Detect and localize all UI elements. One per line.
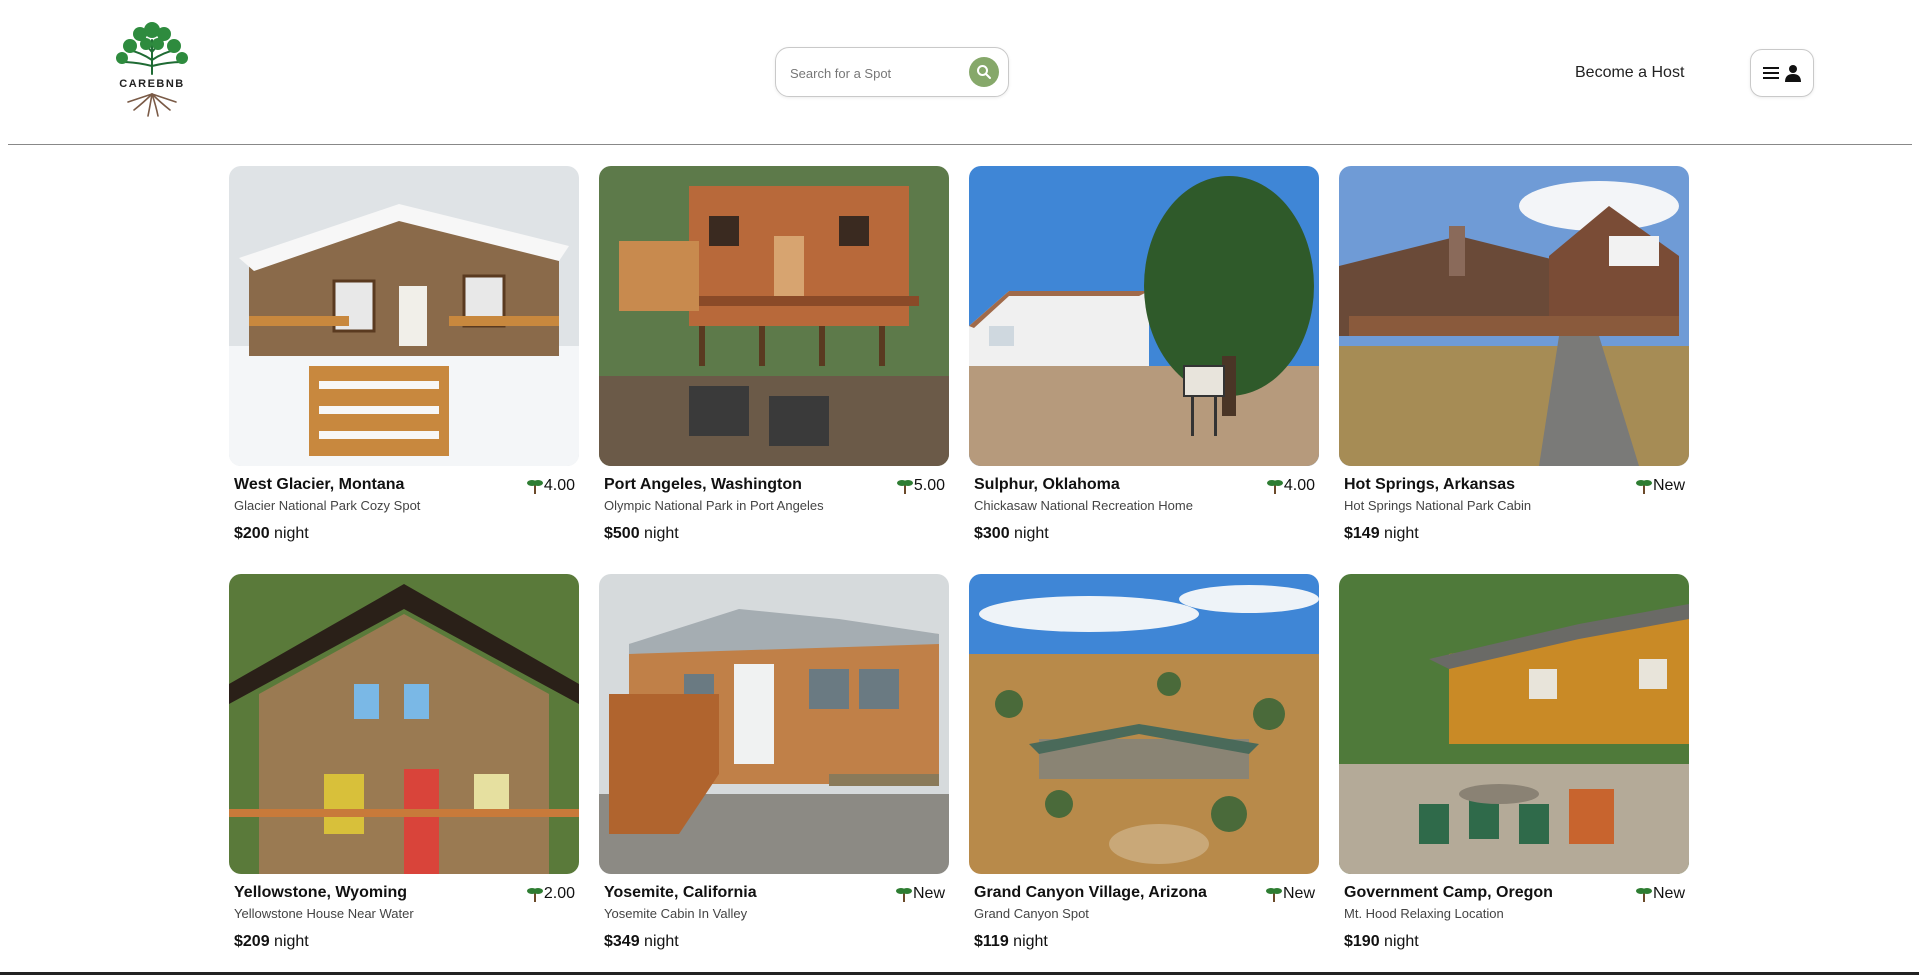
palm-tree-icon [1266,480,1283,494]
listing-location: Hot Springs, Arkansas [1344,476,1516,493]
palm-tree-icon [1635,888,1652,902]
listing-location: Grand Canyon Village, Arizona [974,884,1207,901]
listing-image[interactable] [229,574,579,874]
listing-price: $119 night [974,933,1048,951]
price-unit: night [274,525,309,542]
price-amount: $300 [974,525,1010,542]
listing-card[interactable]: Yellowstone, Wyoming 2.00 Yellowstone Ho… [229,574,579,964]
listing-description: Olympic National Park in Port Angeles [604,498,824,513]
listing-rating: New [1635,477,1685,495]
listing-card[interactable]: Yosemite, California New Yosemite Cabin … [599,574,949,964]
palm-tree-icon [526,480,543,494]
menu-icon [1763,67,1779,79]
price-amount: $149 [1344,525,1380,542]
listing-card[interactable]: Grand Canyon Village, Arizona New Grand … [969,574,1319,964]
header-divider [8,144,1912,145]
price-unit: night [274,933,309,950]
listing-price: $209 night [234,933,309,951]
palm-tree-icon [896,480,913,494]
price-amount: $190 [1344,933,1380,950]
tree-icon [116,22,188,117]
listing-description: Yellowstone House Near Water [234,906,414,921]
rating-value: New [912,885,945,902]
rating-value: 4.00 [1283,477,1315,494]
listing-price: $190 night [1344,933,1419,951]
rating-value: 5.00 [913,477,945,494]
price-amount: $209 [234,933,270,950]
listing-location: West Glacier, Montana [234,476,405,493]
search-bar[interactable] [775,47,1009,97]
listing-location: Government Camp, Oregon [1344,884,1553,901]
listing-location: Port Angeles, Washington [604,476,802,493]
listing-image[interactable] [969,166,1319,466]
price-amount: $500 [604,525,640,542]
listing-price: $300 night [974,525,1049,543]
listing-description: Chickasaw National Recreation Home [974,498,1193,513]
listing-price: $349 night [604,933,679,951]
logo-text: CAREBNB [119,78,185,90]
listing-description: Glacier National Park Cozy Spot [234,498,421,513]
search-icon [977,65,991,79]
listing-card[interactable]: West Glacier, Montana 4.00 Glacier Natio… [229,166,579,556]
price-amount: $349 [604,933,640,950]
price-unit: night [644,525,679,542]
price-unit: night [1384,933,1419,950]
palm-tree-icon [526,888,543,902]
price-amount: $200 [234,525,270,542]
listing-rating: New [1635,885,1685,903]
user-icon [1785,65,1801,82]
palm-tree-icon [1265,888,1282,902]
listing-image[interactable] [1339,166,1689,466]
become-host-link[interactable]: Become a Host [1575,64,1684,82]
price-unit: night [1014,525,1049,542]
price-amount: $119 [974,933,1009,950]
listing-image[interactable] [1339,574,1689,874]
listing-rating: New [1265,885,1315,903]
listing-location: Yellowstone, Wyoming [234,884,408,901]
listing-image[interactable] [599,574,949,874]
listing-image[interactable] [599,166,949,466]
listing-card[interactable]: Sulphur, Oklahoma 4.00 Chickasaw Nationa… [969,166,1319,556]
rating-value: New [1652,885,1685,902]
listing-image[interactable] [969,574,1319,874]
user-menu-button[interactable] [1750,49,1814,97]
listing-card[interactable]: Port Angeles, Washington 5.00 Olympic Na… [599,166,949,556]
listing-description: Mt. Hood Relaxing Location [1344,906,1504,921]
rating-value: New [1652,477,1685,494]
listing-description: Yosemite Cabin In Valley [604,906,748,921]
listing-price: $500 night [604,525,679,543]
search-input[interactable] [788,62,962,84]
search-button[interactable] [969,57,999,87]
listing-price: $200 night [234,525,309,543]
listing-location: Yosemite, California [604,884,757,901]
palm-tree-icon [1635,480,1652,494]
price-unit: night [644,933,679,950]
carebnb-logo[interactable]: CAREBNB [100,16,204,120]
rating-value: 2.00 [543,885,575,902]
listing-rating: New [895,885,945,903]
listing-rating: 4.00 [526,477,575,495]
listing-rating: 5.00 [896,477,945,495]
header: CAREBNB Become a Host [0,0,1919,146]
listing-rating: 4.00 [1266,477,1315,495]
rating-value: 4.00 [543,477,575,494]
listing-description: Grand Canyon Spot [974,906,1089,921]
listing-description: Hot Springs National Park Cabin [1344,498,1532,513]
listing-location: Sulphur, Oklahoma [974,476,1120,493]
listing-card[interactable]: Hot Springs, Arkansas New Hot Springs Na… [1339,166,1689,556]
price-unit: night [1384,525,1419,542]
listing-price: $149 night [1344,525,1419,543]
palm-tree-icon [895,888,912,902]
listing-image[interactable] [229,166,579,466]
price-unit: night [1013,933,1048,950]
listing-rating: 2.00 [526,885,575,903]
rating-value: New [1282,885,1315,902]
listing-card[interactable]: Government Camp, Oregon New Mt. Hood Rel… [1339,574,1689,964]
